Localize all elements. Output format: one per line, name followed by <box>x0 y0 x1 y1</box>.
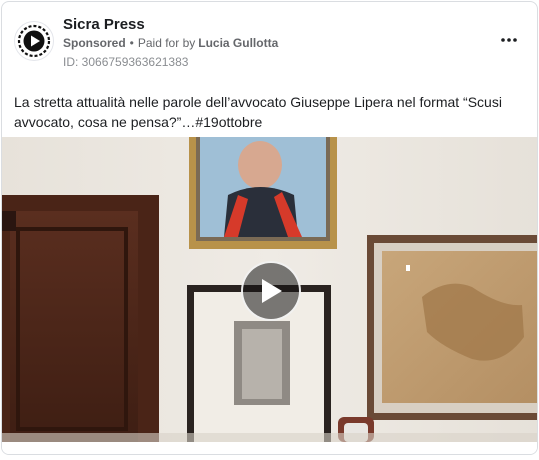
play-button[interactable] <box>241 261 301 321</box>
page-name[interactable]: Sicra Press <box>63 16 145 33</box>
separator-dot: • <box>129 36 134 50</box>
payer-name: Lucia Gullotta <box>198 36 279 50</box>
ad-post-card: Sicra Press Sponsored • Paid for by Luci… <box>1 1 538 455</box>
sponsored-label: Sponsored <box>63 36 126 50</box>
sponsor-line: Sponsored • Paid for by Lucia Gullotta <box>63 36 278 50</box>
page-avatar[interactable] <box>14 21 54 61</box>
more-options-button[interactable] <box>497 28 521 52</box>
card-bottom-spacer <box>2 442 537 454</box>
play-icon <box>262 279 282 303</box>
ad-id: ID: 3066759363621383 <box>63 55 189 69</box>
video-media[interactable] <box>2 137 537 442</box>
paid-for-label: Paid for by <box>137 36 196 50</box>
post-header: Sicra Press Sponsored • Paid for by Luci… <box>2 2 537 80</box>
more-horizontal-icon <box>501 38 517 42</box>
sicra-press-logo-icon <box>17 24 51 58</box>
post-caption: La stretta attualità nelle parole dell’a… <box>14 94 502 130</box>
